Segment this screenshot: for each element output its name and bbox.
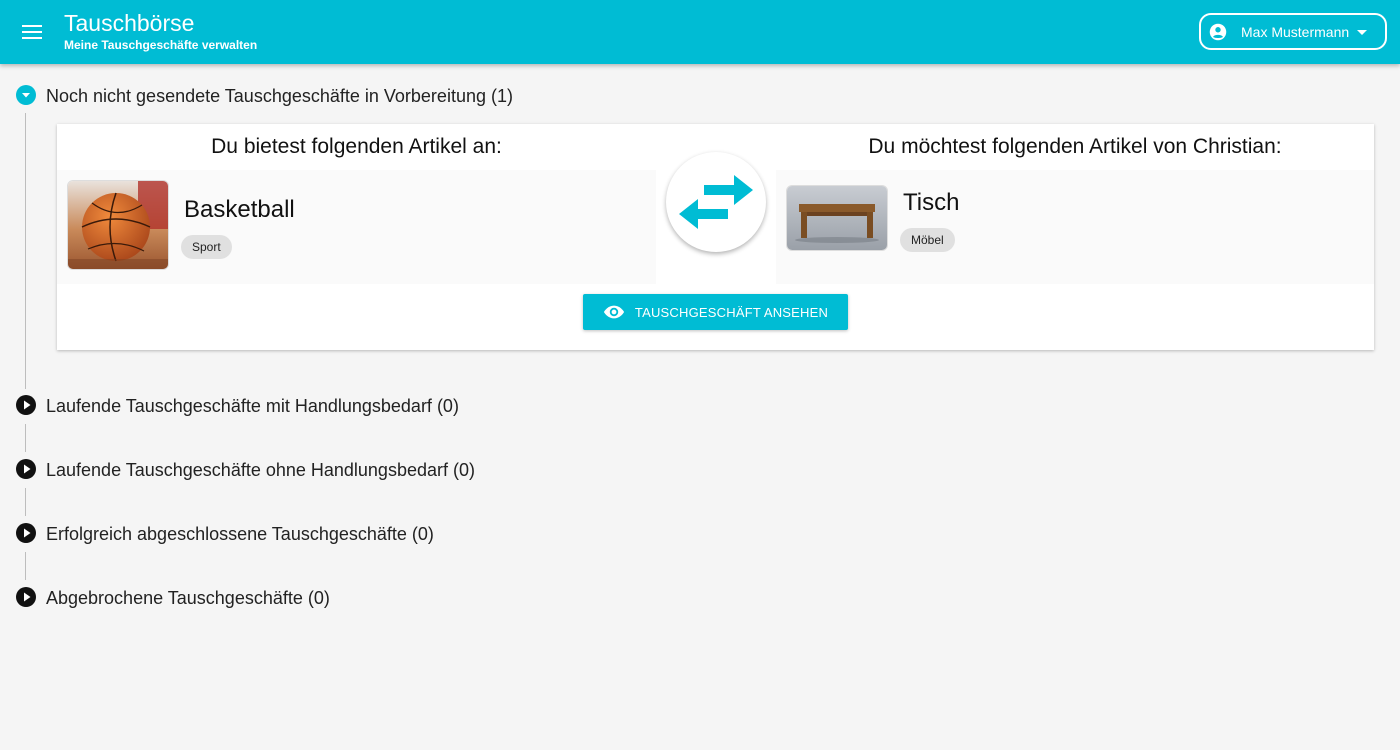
play-circle-icon[interactable] — [16, 523, 36, 543]
wanted-item-name: Tisch — [903, 189, 960, 216]
swap-indicator — [666, 152, 766, 252]
timeline-line — [25, 424, 26, 452]
menu-button[interactable] — [14, 14, 50, 50]
play-circle-icon[interactable] — [16, 587, 36, 607]
app-subtitle: Meine Tauschgeschäfte verwalten — [64, 38, 258, 52]
wanted-item[interactable]: Tisch Möbel — [776, 170, 1374, 284]
offered-item[interactable]: Basketball Sport — [57, 170, 656, 284]
offered-item-category-chip: Sport — [181, 235, 232, 259]
user-menu-button[interactable]: Max Mustermann — [1199, 13, 1387, 50]
timeline-line — [25, 552, 26, 580]
timeline-line — [25, 113, 26, 389]
basketball-image — [67, 180, 169, 270]
offer-heading: Du bietest folgenden Artikel an: — [211, 135, 502, 158]
section-label-running-no-action[interactable]: Laufende Tauschgeschäfte ohne Handlungsb… — [46, 459, 475, 481]
section-label-completed[interactable]: Erfolgreich abgeschlossene Tauschgeschäf… — [46, 523, 434, 545]
view-trade-button[interactable]: TAUSCHGESCHÄFT ANSEHEN — [583, 294, 848, 330]
play-circle-icon[interactable] — [16, 395, 36, 415]
user-name: Max Mustermann — [1241, 23, 1350, 40]
want-heading: Du möchtest folgenden Artikel von Christ… — [868, 135, 1282, 158]
account-circle-icon — [1209, 23, 1227, 40]
app-bar: Tauschbörse Meine Tauschgeschäfte verwal… — [0, 0, 1400, 64]
wanted-item-category-chip: Möbel — [900, 228, 955, 252]
app-title: Tauschbörse — [64, 10, 195, 36]
play-circle-icon[interactable] — [16, 459, 36, 479]
section-label-cancelled[interactable]: Abgebrochene Tauschgeschäfte (0) — [46, 587, 330, 609]
expanded-chevron-icon[interactable] — [16, 85, 36, 105]
eye-icon — [603, 305, 624, 319]
view-trade-button-label: TAUSCHGESCHÄFT ANSEHEN — [634, 304, 829, 320]
section-label-in-preparation[interactable]: Noch nicht gesendete Tauschgeschäfte in … — [46, 85, 513, 107]
section-label-running-action-required[interactable]: Laufende Tauschgeschäfte mit Handlungsbe… — [46, 395, 459, 417]
offered-item-name: Basketball — [184, 196, 295, 223]
chevron-down-icon — [1357, 29, 1368, 35]
table-image — [786, 185, 888, 251]
timeline-line — [25, 488, 26, 516]
swap-arrows-icon — [679, 175, 753, 229]
hamburger-menu-icon — [22, 25, 42, 39]
trade-card: Du bietest folgenden Artikel an: Du möch… — [57, 124, 1374, 350]
